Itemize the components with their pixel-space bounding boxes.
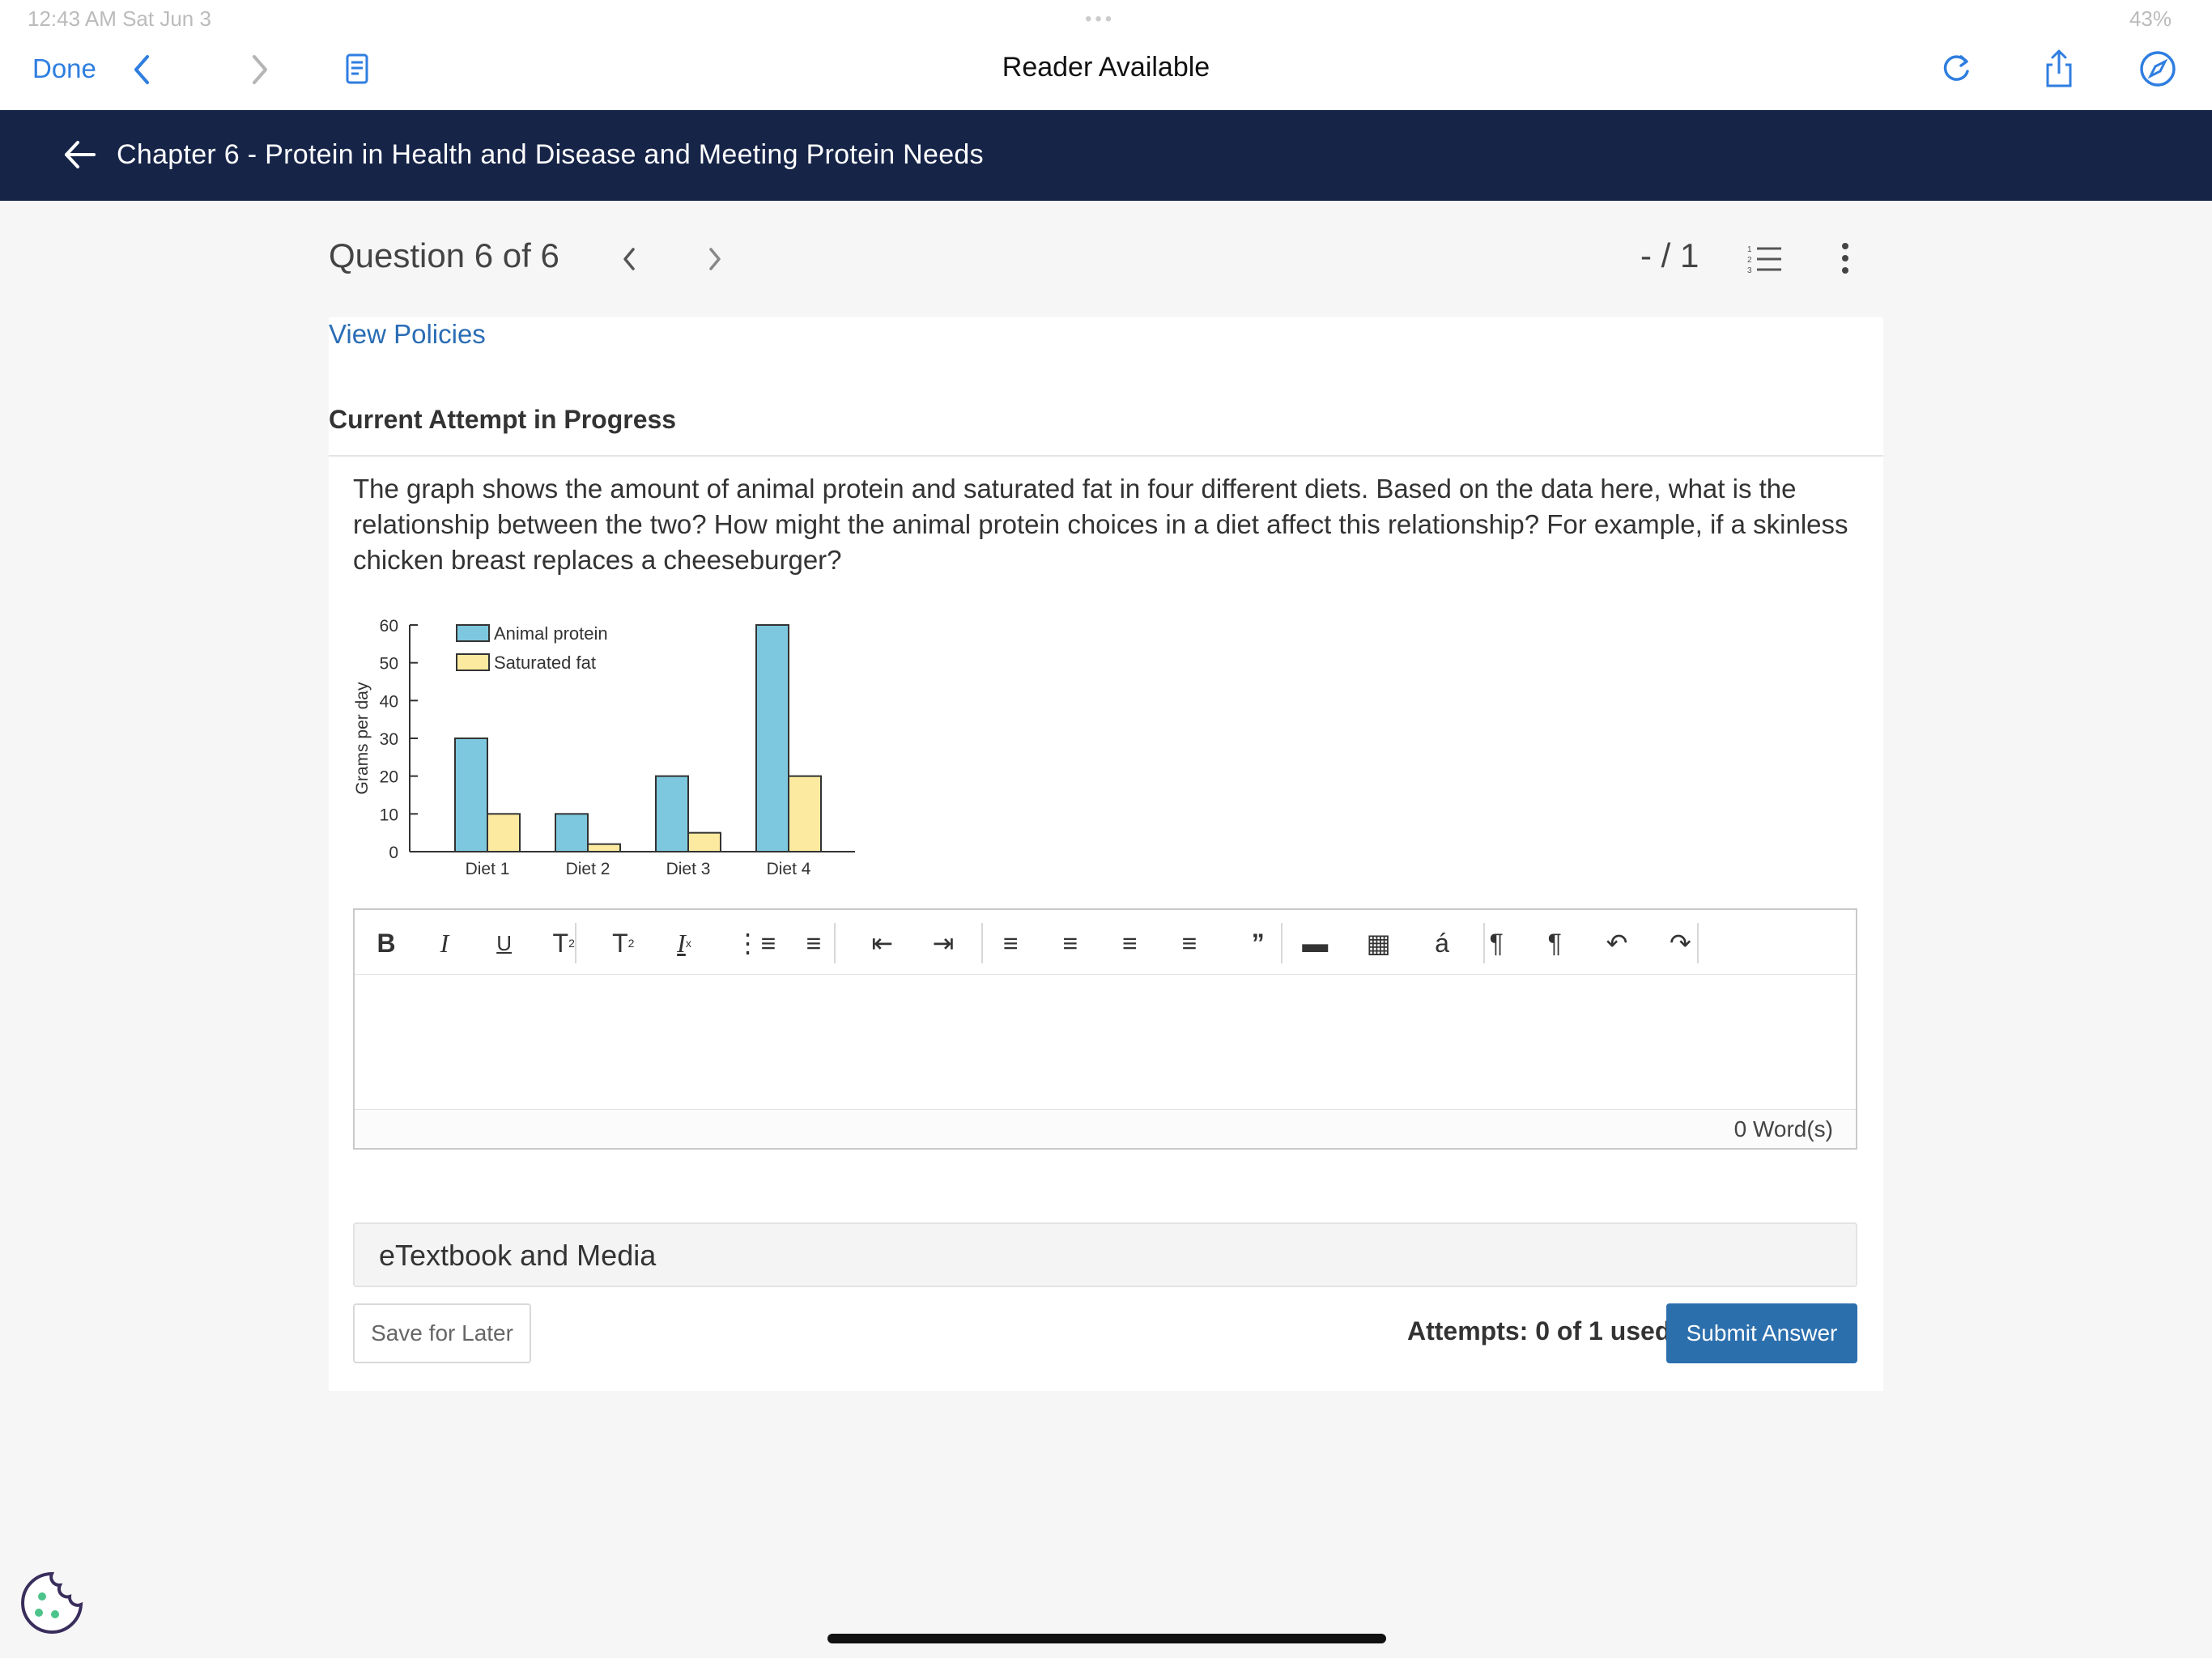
- etextbook-media-panel[interactable]: eTextbook and Media: [353, 1222, 1857, 1287]
- legend-swatch: [456, 624, 490, 642]
- question-text: The graph shows the amount of animal pro…: [353, 474, 1848, 575]
- y-tick-label: 20: [380, 768, 398, 787]
- back-arrow-icon[interactable]: [62, 136, 99, 173]
- view-policies-link[interactable]: View Policies: [329, 319, 486, 350]
- redo-icon[interactable]: ↷: [1660, 923, 1700, 963]
- y-axis-label: Grams per day: [353, 682, 372, 794]
- answer-text-area[interactable]: [355, 975, 1856, 1109]
- bar-saturated-fat: [587, 843, 621, 852]
- y-tick-label: 0: [389, 844, 398, 862]
- toolbar-separator: [575, 923, 576, 963]
- bar-animal-protein: [655, 775, 689, 853]
- special-char-icon[interactable]: á: [1422, 923, 1462, 963]
- align-right-icon[interactable]: ≡: [1109, 923, 1150, 963]
- svg-text:2: 2: [1747, 256, 1752, 265]
- bold-icon[interactable]: B: [366, 923, 406, 963]
- chapter-title: Chapter 6 - Protein in Health and Diseas…: [117, 139, 984, 170]
- question-list-icon[interactable]: 1 23: [1747, 243, 1784, 275]
- previous-question-icon[interactable]: [615, 243, 644, 275]
- table-icon[interactable]: ▦: [1359, 923, 1399, 963]
- course-header: Chapter 6 - Protein in Health and Diseas…: [0, 110, 2212, 201]
- y-tick-label: 30: [380, 730, 398, 749]
- y-tick-label: 50: [380, 655, 398, 674]
- etextbook-media-label: eTextbook and Media: [379, 1239, 657, 1272]
- legend-swatch: [456, 653, 490, 671]
- bar-saturated-fat: [687, 831, 721, 852]
- word-count: 0 Word(s): [1733, 1116, 1833, 1141]
- y-tick-label: 40: [380, 692, 398, 711]
- status-time: 12:43 AM Sat Jun 3: [28, 6, 211, 31]
- toolbar-separator: [981, 923, 983, 963]
- editor-toolbar: B I U T 2 T 2 Ix ⋮≡ ≡ ⇤ ⇥ ≡ ≡ ≡ ≡ ” ▬ ▦ á ¶ ¶ ↶ ↷: [355, 910, 1856, 975]
- svg-text:3: 3: [1747, 266, 1752, 275]
- horizontal-rule-icon[interactable]: ▬: [1295, 923, 1335, 963]
- align-left-icon[interactable]: ≡: [990, 923, 1031, 963]
- bar-saturated-fat: [487, 813, 521, 852]
- toolbar-separator: [1483, 923, 1485, 963]
- legend-label: Animal protein: [494, 623, 608, 644]
- toolbar-separator: [834, 923, 836, 963]
- next-question-icon[interactable]: [700, 243, 729, 275]
- x-tick-label: Diet 1: [466, 860, 510, 878]
- clear-format-icon[interactable]: Ix: [664, 923, 704, 963]
- superscript-icon[interactable]: T2: [603, 923, 644, 963]
- bar-animal-protein: [555, 813, 589, 852]
- toolbar-separator: [1281, 923, 1283, 963]
- score: - / 1: [1640, 236, 1699, 274]
- attempt-status-heading: Current Attempt in Progress: [329, 405, 677, 434]
- svg-text:1: 1: [1747, 245, 1752, 254]
- bar-saturated-fat: [788, 775, 822, 853]
- indent-icon[interactable]: ⇥: [923, 923, 963, 963]
- y-tick-label: 10: [380, 806, 398, 824]
- blockquote-icon[interactable]: ”: [1238, 923, 1278, 963]
- page-title: Reader Available: [1002, 52, 1210, 83]
- reload-icon[interactable]: [1937, 49, 1977, 89]
- align-center-icon[interactable]: ≡: [1050, 923, 1091, 963]
- rtl-icon[interactable]: ¶: [1534, 923, 1575, 963]
- align-justify-icon[interactable]: ≡: [1169, 923, 1210, 963]
- subscript-icon[interactable]: T2: [543, 923, 584, 963]
- x-tick-label: Diet 3: [666, 860, 711, 878]
- underline-icon[interactable]: U: [484, 923, 525, 963]
- outdent-icon[interactable]: ⇤: [862, 923, 903, 963]
- bullet-list-icon[interactable]: ⋮≡: [735, 923, 776, 963]
- divider: [329, 455, 1883, 457]
- more-options-icon[interactable]: [1833, 240, 1857, 277]
- legend-label: Saturated fat: [494, 653, 596, 673]
- word-count-bar: 0 Word(s): [355, 1109, 1856, 1148]
- battery-indicator: 43%: [2129, 6, 2172, 31]
- cookie-settings-icon[interactable]: [18, 1569, 86, 1637]
- x-tick-label: Diet 4: [767, 860, 811, 878]
- toolbar-separator: [1697, 923, 1699, 963]
- status-bar: 12:43 AM Sat Jun 3 ••• 43%: [0, 0, 2212, 39]
- ltr-icon[interactable]: ¶: [1476, 923, 1516, 963]
- question-counter: Question 6 of 6: [329, 236, 559, 274]
- bar-chart: 0 10 20 30 40 50 60 Grams per day Diet 1 Diet 2 Di…: [353, 617, 855, 878]
- bar-animal-protein: [755, 624, 789, 852]
- save-for-later-button[interactable]: Save for Later: [353, 1303, 531, 1363]
- attempts-counter: Attempts: 0 of 1 used: [1407, 1316, 1671, 1346]
- undo-icon[interactable]: ↶: [1597, 923, 1637, 963]
- share-icon[interactable]: [2039, 49, 2079, 89]
- y-tick-label: 60: [380, 617, 398, 636]
- bar-animal-protein: [454, 738, 488, 852]
- browser-toolbar: Done Reader Available: [0, 39, 2212, 110]
- compass-icon[interactable]: [2138, 49, 2178, 89]
- italic-icon[interactable]: I: [424, 923, 465, 963]
- numbered-list-icon[interactable]: ≡: [793, 923, 834, 963]
- answer-editor: B I U T 2 T 2 Ix ⋮≡ ≡ ⇤ ⇥ ≡ ≡ ≡ ≡ ” ▬ ▦ á ¶ ¶ ↶ ↷ 0 Word(s): [353, 908, 1857, 1150]
- x-tick-label: Diet 2: [566, 860, 610, 878]
- submit-answer-button[interactable]: Submit Answer: [1666, 1303, 1857, 1363]
- home-indicator[interactable]: [827, 1634, 1386, 1643]
- multitasking-dots-icon[interactable]: •••: [1085, 8, 1115, 31]
